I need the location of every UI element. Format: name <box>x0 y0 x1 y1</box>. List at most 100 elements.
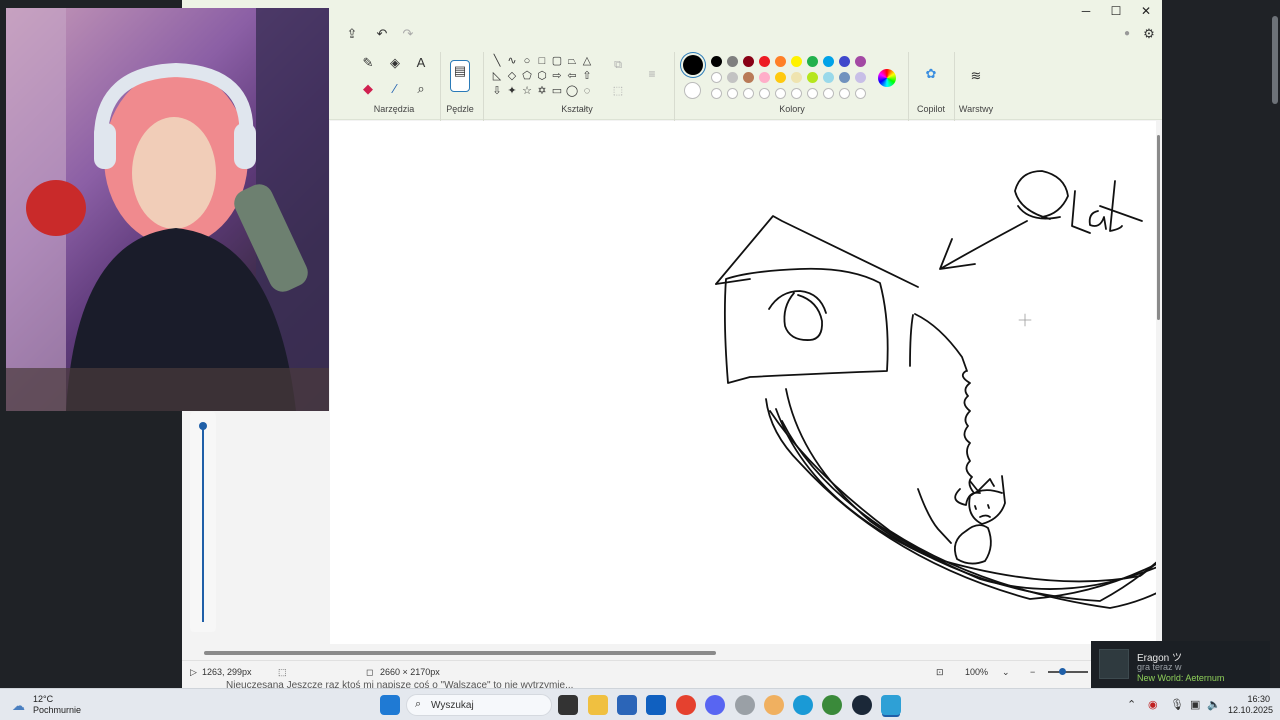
fill-dropdown-icon[interactable]: ⬚ <box>608 81 628 101</box>
brush-icon[interactable]: ▤ <box>450 60 470 92</box>
zoom-out-icon[interactable]: − <box>1030 667 1035 677</box>
oval-shape-icon[interactable]: ○ <box>520 54 534 68</box>
custom-color-slot[interactable] <box>743 88 754 99</box>
color-swatch[interactable] <box>807 56 818 67</box>
brush-size-knob[interactable] <box>199 422 207 430</box>
start-icon[interactable] <box>380 695 400 715</box>
star6-shape-icon[interactable]: ✡ <box>535 84 549 98</box>
arrow-up-shape-icon[interactable]: ⇧ <box>580 69 594 83</box>
arrow-down-shape-icon[interactable]: ⇩ <box>490 84 504 98</box>
text-icon[interactable]: A <box>411 53 431 73</box>
color-swatch[interactable] <box>727 72 738 83</box>
copilot-icon[interactable]: ✿ <box>920 64 942 84</box>
callout-rect-shape-icon[interactable]: ▭ <box>550 84 564 98</box>
color-swatch[interactable] <box>823 72 834 83</box>
settings-app-icon[interactable] <box>735 695 755 715</box>
color-swatch[interactable] <box>743 72 754 83</box>
file-explorer-icon[interactable] <box>588 695 608 715</box>
magnifier-icon[interactable]: ⌕ <box>411 79 431 99</box>
size-icon[interactable]: ≡ <box>642 64 662 84</box>
eraser-icon[interactable]: ◆ <box>358 79 378 99</box>
zoom-dropdown-icon[interactable]: ⌄ <box>1002 667 1010 678</box>
custom-color-slot[interactable] <box>711 88 722 99</box>
task-view-icon[interactable] <box>558 695 578 715</box>
store-icon[interactable] <box>617 695 637 715</box>
color-swatch[interactable] <box>727 56 738 67</box>
diamond-shape-icon[interactable]: ◇ <box>505 69 519 83</box>
tray-app-icon[interactable]: ◉ <box>1148 698 1158 711</box>
share-icon[interactable]: ⇪ <box>342 24 362 44</box>
brush-size-slider[interactable] <box>202 426 204 622</box>
edit-colors-icon[interactable] <box>878 69 896 87</box>
custom-color-slot[interactable] <box>823 88 834 99</box>
edge-icon[interactable] <box>793 695 813 715</box>
vertical-scroll-thumb[interactable] <box>1157 135 1160 320</box>
triangle-shape-icon[interactable]: △ <box>580 54 594 68</box>
color-swatch[interactable] <box>839 56 850 67</box>
page-scroll-thumb[interactable] <box>1272 16 1278 104</box>
outline-dropdown-icon[interactable]: ⧉ <box>608 55 628 75</box>
obs-icon[interactable] <box>822 695 842 715</box>
color-swatch[interactable] <box>743 56 754 67</box>
color-swatch[interactable] <box>791 72 802 83</box>
account-icon[interactable]: ● <box>1117 24 1137 44</box>
layers-icon[interactable]: ≋ <box>966 66 986 86</box>
discord-icon[interactable] <box>705 695 725 715</box>
clock-date[interactable]: 12.10.2025 <box>1228 705 1273 715</box>
custom-color-slot[interactable] <box>775 88 786 99</box>
zoom-slider[interactable] <box>1048 671 1088 673</box>
color-picker-icon[interactable]: ⁄ <box>385 79 405 99</box>
tray-overflow-icon[interactable]: ⌃ <box>1127 698 1136 711</box>
search-box[interactable]: ⌕ Wyszukaj <box>406 694 552 716</box>
horizontal-scroll-thumb[interactable] <box>204 651 716 655</box>
page-scrollbar[interactable] <box>1270 0 1280 688</box>
color-swatch[interactable] <box>759 56 770 67</box>
gear-icon[interactable]: ⚙ <box>1139 24 1159 44</box>
pentagon-shape-icon[interactable]: ⬠ <box>520 69 534 83</box>
horizontal-scrollbar[interactable] <box>182 646 1162 660</box>
color-swatch[interactable] <box>855 72 866 83</box>
color-swatch[interactable] <box>839 72 850 83</box>
minimize-button[interactable]: ─ <box>1072 2 1100 20</box>
pencil-icon[interactable]: ✎ <box>358 53 378 73</box>
rounded-rect-shape-icon[interactable]: ▢ <box>550 54 564 68</box>
custom-color-slot[interactable] <box>839 88 850 99</box>
hexagon-shape-icon[interactable]: ⬡ <box>535 69 549 83</box>
color-swatch[interactable] <box>855 56 866 67</box>
drawing-canvas[interactable] <box>330 121 1156 644</box>
secondary-color-swatch[interactable] <box>684 82 701 99</box>
star5-shape-icon[interactable]: ☆ <box>520 84 534 98</box>
color-swatch[interactable] <box>711 72 722 83</box>
curve-shape-icon[interactable]: ∿ <box>505 54 519 68</box>
color-swatch[interactable] <box>791 56 802 67</box>
right-triangle-shape-icon[interactable]: ◺ <box>490 69 504 83</box>
custom-color-slot[interactable] <box>855 88 866 99</box>
paint-app-icon[interactable] <box>764 695 784 715</box>
callout-cloud-shape-icon[interactable]: ◌ <box>580 84 594 98</box>
network-icon[interactable]: ▣ <box>1190 698 1200 711</box>
custom-color-slot[interactable] <box>807 88 818 99</box>
polygon-shape-icon[interactable]: ⏢ <box>565 54 579 68</box>
zoom-value[interactable]: 100% <box>965 667 988 677</box>
friend-notification[interactable]: Eragon ツ gra teraz w New World: Aeternum <box>1091 641 1280 688</box>
volume-icon[interactable]: 🔈 <box>1207 698 1221 711</box>
callout-oval-shape-icon[interactable]: ◯ <box>565 84 579 98</box>
rectangle-shape-icon[interactable]: □ <box>535 54 549 68</box>
paint-active-icon[interactable] <box>881 695 901 715</box>
star4-shape-icon[interactable]: ✦ <box>505 84 519 98</box>
chrome-icon[interactable] <box>676 695 696 715</box>
weather-description[interactable]: Pochmurnie <box>33 705 81 715</box>
custom-color-slot[interactable] <box>791 88 802 99</box>
custom-color-slot[interactable] <box>727 88 738 99</box>
color-swatch[interactable] <box>823 56 834 67</box>
color-swatch[interactable] <box>775 72 786 83</box>
fill-icon[interactable]: ◈ <box>385 53 405 73</box>
outlook-icon[interactable] <box>646 695 666 715</box>
steam-icon[interactable] <box>852 695 872 715</box>
color-swatch[interactable] <box>807 72 818 83</box>
color-swatch[interactable] <box>759 72 770 83</box>
line-shape-icon[interactable]: ╲ <box>490 54 504 68</box>
color-swatch[interactable] <box>775 56 786 67</box>
custom-color-slot[interactable] <box>759 88 770 99</box>
arrow-left-shape-icon[interactable]: ⇦ <box>565 69 579 83</box>
